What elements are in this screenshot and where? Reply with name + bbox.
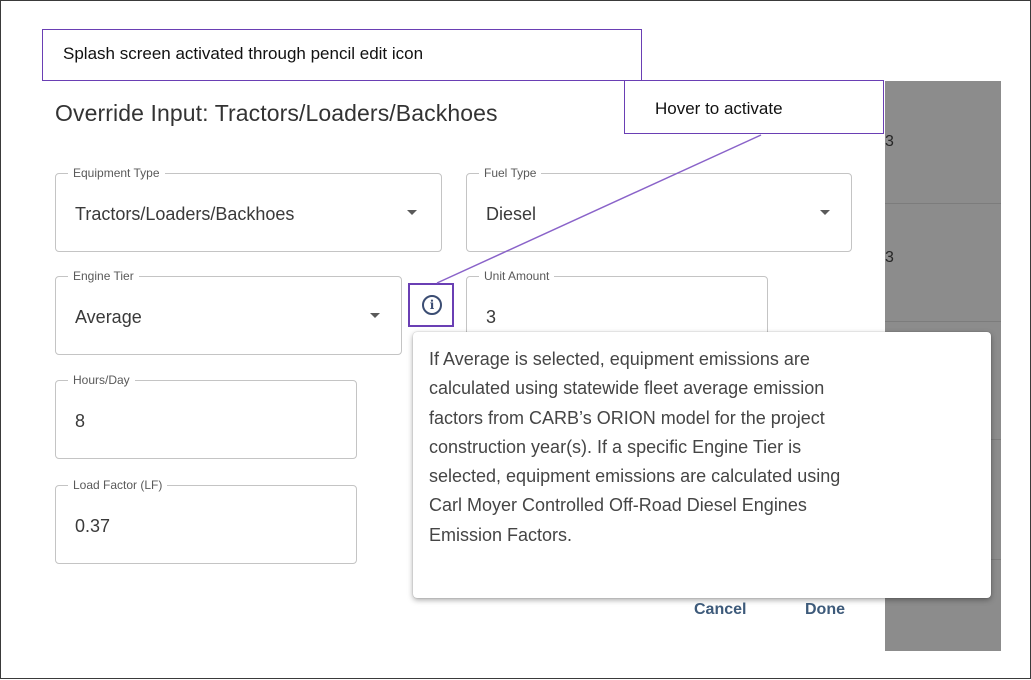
hours-per-day-value: 8 (75, 411, 86, 431)
load-factor-input[interactable]: Load Factor (LF) 0.37 (55, 478, 357, 564)
fuel-type-select[interactable]: Fuel Type Diesel (466, 166, 852, 252)
engine-tier-value: Average (75, 307, 142, 327)
info-icon-highlight: i (408, 283, 454, 327)
info-circle-icon[interactable]: i (422, 295, 442, 315)
equipment-type-label: Equipment Type (68, 166, 165, 180)
background-row-divider (885, 321, 1001, 322)
unit-amount-label: Unit Amount (479, 269, 555, 283)
engine-tier-tooltip: If Average is selected, equipment emissi… (413, 332, 991, 598)
unit-amount-value: 3 (486, 307, 497, 327)
background-cell: 3 (885, 249, 894, 266)
fuel-type-label: Fuel Type (479, 166, 542, 180)
hours-per-day-input[interactable]: Hours/Day 8 (55, 373, 357, 459)
load-factor-value: 0.37 (75, 516, 111, 536)
screenshot-frame: 3 3 Override Input: Tractors/Loaders/Bac… (0, 0, 1031, 679)
splash-annotation: Splash screen activated through pencil e… (42, 29, 642, 81)
background-row-divider (885, 203, 1001, 204)
chevron-down-icon (370, 313, 380, 318)
equipment-type-select[interactable]: Equipment Type Tractors/Loaders/Backhoes (55, 166, 442, 252)
engine-tier-select[interactable]: Engine Tier Average (55, 269, 402, 355)
hours-per-day-label: Hours/Day (68, 373, 135, 387)
engine-tier-label: Engine Tier (68, 269, 139, 283)
fuel-type-value: Diesel (486, 204, 537, 224)
equipment-type-value: Tractors/Loaders/Backhoes (75, 204, 295, 224)
chevron-down-icon (820, 210, 830, 215)
tooltip-text: If Average is selected, equipment emissi… (429, 349, 841, 545)
background-cell: 3 (885, 133, 894, 150)
hover-annotation: Hover to activate (624, 80, 884, 134)
cancel-button[interactable]: Cancel (694, 601, 746, 619)
load-factor-label: Load Factor (LF) (68, 478, 168, 492)
dialog-title: Override Input: Tractors/Loaders/Backhoe… (55, 100, 498, 126)
done-button[interactable]: Done (805, 601, 845, 619)
chevron-down-icon (407, 210, 417, 215)
